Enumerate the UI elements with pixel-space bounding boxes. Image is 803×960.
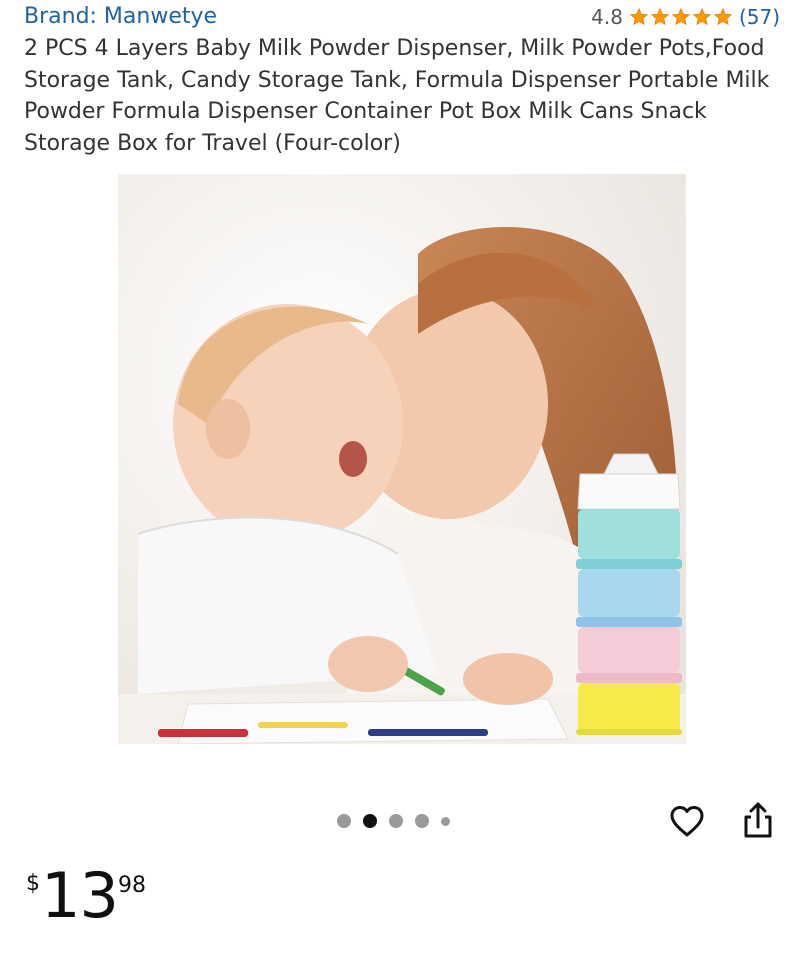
product-title: 2 PCS 4 Layers Baby Milk Powder Dispense…: [24, 36, 770, 156]
product-header: Brand: Manwetye 4.8 (57): [24, 2, 780, 32]
price-fraction: 98: [118, 873, 146, 898]
carousel-dot-active[interactable]: [363, 814, 377, 828]
carousel-dot[interactable]: [441, 816, 450, 826]
share-button[interactable]: [738, 800, 778, 840]
star-icon: [692, 7, 712, 26]
carousel-dot[interactable]: [415, 814, 429, 828]
product-photo: [118, 174, 686, 744]
star-rating: [629, 7, 733, 27]
heart-icon: [670, 806, 704, 837]
product-image[interactable]: [118, 174, 686, 744]
share-icon: [744, 802, 772, 838]
rating-count: (57): [738, 5, 780, 29]
carousel-dot[interactable]: [389, 814, 403, 828]
star-icon: [629, 7, 649, 26]
price-currency-symbol: $: [26, 871, 40, 896]
star-icon: [650, 7, 670, 26]
star-icon: [713, 7, 733, 26]
rating-value: 4.8: [591, 5, 623, 29]
star-icon: [671, 7, 691, 26]
brand-link[interactable]: Brand: Manwetye: [24, 2, 217, 32]
rating-summary[interactable]: 4.8 (57): [591, 2, 780, 32]
image-carousel-indicator: [337, 811, 450, 831]
carousel-dot[interactable]: [337, 814, 351, 828]
dispenser-illustration: [576, 453, 682, 735]
favorite-button[interactable]: [667, 802, 707, 842]
price-whole: 13: [41, 859, 119, 932]
